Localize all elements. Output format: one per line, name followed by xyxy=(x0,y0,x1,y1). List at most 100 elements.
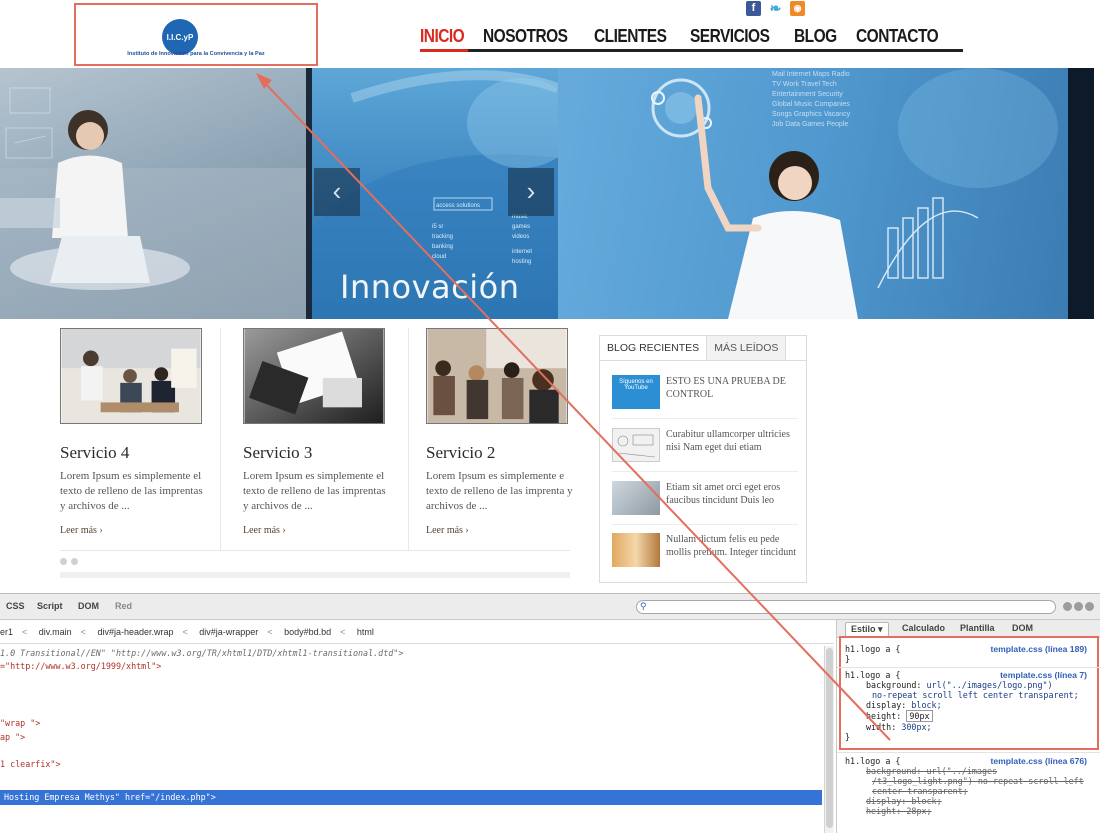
slider-prev-button[interactable]: ‹ xyxy=(314,168,360,216)
tab-mas-leidos[interactable]: MÁS LEÍDOS xyxy=(707,336,787,360)
breadcrumb-item[interactable]: div#ja-header.wrap xyxy=(97,627,173,637)
close-icon[interactable] xyxy=(1085,602,1094,611)
css-property[interactable]: width: 300px; xyxy=(845,722,1095,732)
facebook-icon[interactable]: f xyxy=(746,1,761,16)
css-property-value[interactable]: 300px; xyxy=(901,722,931,732)
svg-text:banking: banking xyxy=(432,244,453,250)
tab-dom-side[interactable]: DOM xyxy=(1007,622,1038,634)
css-property-value[interactable]: /t3_logo_light.png") no-repeat scroll le… xyxy=(872,776,1084,786)
service-title[interactable]: Servicio 2 xyxy=(426,443,586,463)
breadcrumb-item[interactable]: er1 xyxy=(0,627,13,637)
nav-nosotros[interactable]: NOSOTROS xyxy=(483,24,572,49)
breadcrumb-item[interactable]: body#bd.bd xyxy=(284,627,331,637)
css-value-editor[interactable]: 90px xyxy=(906,710,933,722)
css-property-overridden[interactable]: display: block; xyxy=(845,796,1095,806)
detach-icon[interactable] xyxy=(1074,602,1083,611)
nav-inicio[interactable]: INICIO xyxy=(420,24,469,52)
css-property-value[interactable]: 28px; xyxy=(906,806,931,816)
breadcrumb-separator: < xyxy=(80,627,86,637)
read-more-link[interactable]: Leer más › xyxy=(243,525,403,536)
css-property[interactable]: display: block; xyxy=(845,700,1095,710)
tab-calculado[interactable]: Calculado xyxy=(897,622,950,634)
carousel-dot[interactable] xyxy=(71,558,78,565)
nav-clientes[interactable]: CLIENTES xyxy=(594,24,671,49)
tab-red[interactable]: Red xyxy=(115,601,132,611)
css-property-overridden[interactable]: /t3_logo_light.png") no-repeat scroll le… xyxy=(845,776,1095,786)
css-property[interactable]: no-repeat scroll left center transparent… xyxy=(845,690,1095,700)
nav-servicios[interactable]: SERVICIOS xyxy=(690,24,774,49)
hero-screen-line: Job Data Games People xyxy=(772,121,849,128)
nav-blog[interactable]: BLOG xyxy=(794,24,841,49)
css-property-overridden[interactable]: background: url("../images xyxy=(845,766,1095,776)
service-image[interactable] xyxy=(426,328,568,424)
service-description: Lorem Ipsum es simplemente el texto de r… xyxy=(243,470,386,512)
nav-contacto[interactable]: CONTACTO xyxy=(856,24,942,49)
blog-item-title[interactable]: Nullam dictum felis eu pede mollis preti… xyxy=(666,533,802,559)
read-more-link[interactable]: Leer más › xyxy=(426,525,586,536)
tab-dom[interactable]: DOM xyxy=(78,601,99,611)
tab-blog-recientes[interactable]: BLOG RECIENTES xyxy=(600,336,708,360)
css-property[interactable]: height: 90px xyxy=(845,710,1095,722)
blog-item[interactable]: Síguenos en YouTube ESTO ES UNA PRUEBA D… xyxy=(612,375,798,419)
devtools-search-input[interactable]: ⚲ xyxy=(636,600,1056,614)
scrollbar-thumb[interactable] xyxy=(826,648,833,828)
source-line[interactable]: "wrap "> xyxy=(0,718,40,728)
blog-item-title[interactable]: Curabitur ullamcorper ultricies nisi Nam… xyxy=(666,428,802,454)
css-property-value[interactable]: url("../images xyxy=(927,766,998,776)
hero-screen-line: Global Music Companies xyxy=(772,101,850,108)
breadcrumb-item[interactable]: div#ja-wrapper xyxy=(199,627,258,637)
hero-caption: Innovación xyxy=(340,268,520,306)
css-property-value[interactable]: url("../images/logo.png") xyxy=(927,680,1053,690)
css-rule: h1.logo a { template.css (línea 7) backg… xyxy=(845,670,1095,742)
source-line[interactable]: 1 clearfix"> xyxy=(0,759,61,769)
logo-link[interactable]: I.I.C.yP Instituto de Innovación para la… xyxy=(74,3,318,66)
hero-edge xyxy=(1068,68,1094,319)
service-title[interactable]: Servicio 3 xyxy=(243,443,403,463)
css-source-link[interactable]: template.css (línea 189) xyxy=(991,644,1088,654)
breadcrumb-item[interactable]: html xyxy=(357,627,374,637)
source-scrollbar[interactable] xyxy=(824,646,834,833)
page: I.I.C.yP Instituto de Innovación para la… xyxy=(0,0,1100,833)
carousel-dot[interactable] xyxy=(60,558,67,565)
slider-next-button[interactable]: › xyxy=(508,168,554,216)
css-property-value[interactable]: center transparent; xyxy=(872,786,968,796)
css-property-overridden[interactable]: center transparent; xyxy=(845,786,1095,796)
css-source-link[interactable]: template.css (línea 676) xyxy=(991,756,1088,766)
css-source-link[interactable]: template.css (línea 7) xyxy=(1000,670,1087,680)
css-property-value[interactable]: block; xyxy=(911,796,941,806)
breadcrumb-separator: < xyxy=(267,627,273,637)
css-property-name: background xyxy=(866,766,917,776)
breadcrumb-item[interactable]: div.main xyxy=(39,627,72,637)
blog-item[interactable]: Curabitur ullamcorper ultricies nisi Nam… xyxy=(612,428,798,472)
rss-icon[interactable]: ◉ xyxy=(790,1,805,16)
minimize-icon[interactable] xyxy=(1063,602,1072,611)
svg-text:cloud: cloud xyxy=(432,254,446,260)
source-line[interactable]: 1.0 Transitional//EN" "http://www.w3.org… xyxy=(0,648,403,658)
blog-item-title[interactable]: ESTO ES UNA PRUEBA DE CONTROL xyxy=(666,375,802,401)
svg-text:i5 sr: i5 sr xyxy=(432,224,443,230)
css-property-value[interactable]: block; xyxy=(911,700,941,710)
tab-css[interactable]: CSS xyxy=(6,601,25,611)
social-links: f ❧ ◉ xyxy=(746,1,805,16)
site-header: I.I.C.yP Instituto de Innovación para la… xyxy=(0,0,1100,68)
service-card: Servicio 3 Lorem Ipsum es simplemente el… xyxy=(243,328,403,536)
tab-estilo[interactable]: Estilo ▾ xyxy=(845,622,889,637)
source-line[interactable]: ="http://www.w3.org/1999/xhtml"> xyxy=(0,661,161,671)
blog-item-title[interactable]: Etiam sit amet orci eget eros faucibus t… xyxy=(666,481,802,507)
source-line[interactable]: ap "> xyxy=(0,732,25,742)
service-title[interactable]: Servicio 4 xyxy=(60,443,220,463)
service-image[interactable] xyxy=(60,328,202,424)
twitter-icon[interactable]: ❧ xyxy=(768,1,783,16)
youtube-thumb-label: Síguenos en YouTube xyxy=(619,379,653,391)
selected-source-line[interactable]: Hosting Empresa Methys" href="/index.php… xyxy=(0,790,822,805)
css-property-overridden[interactable]: height: 28px; xyxy=(845,806,1095,816)
tab-plantilla[interactable]: Plantilla xyxy=(955,622,1000,634)
hero-slider: access solutions i5 sr tracking banking clo… xyxy=(0,68,1094,319)
blog-item[interactable]: Etiam sit amet orci eget eros faucibus t… xyxy=(612,481,798,525)
read-more-link[interactable]: Leer más › xyxy=(60,525,220,536)
css-property[interactable]: background: url("../images/logo.png") xyxy=(845,680,1095,690)
service-image[interactable] xyxy=(243,328,385,424)
blog-item[interactable]: Nullam dictum felis eu pede mollis preti… xyxy=(612,533,798,573)
css-property-value[interactable]: no-repeat scroll left center transparent… xyxy=(872,690,1079,700)
tab-script[interactable]: Script xyxy=(37,601,63,611)
